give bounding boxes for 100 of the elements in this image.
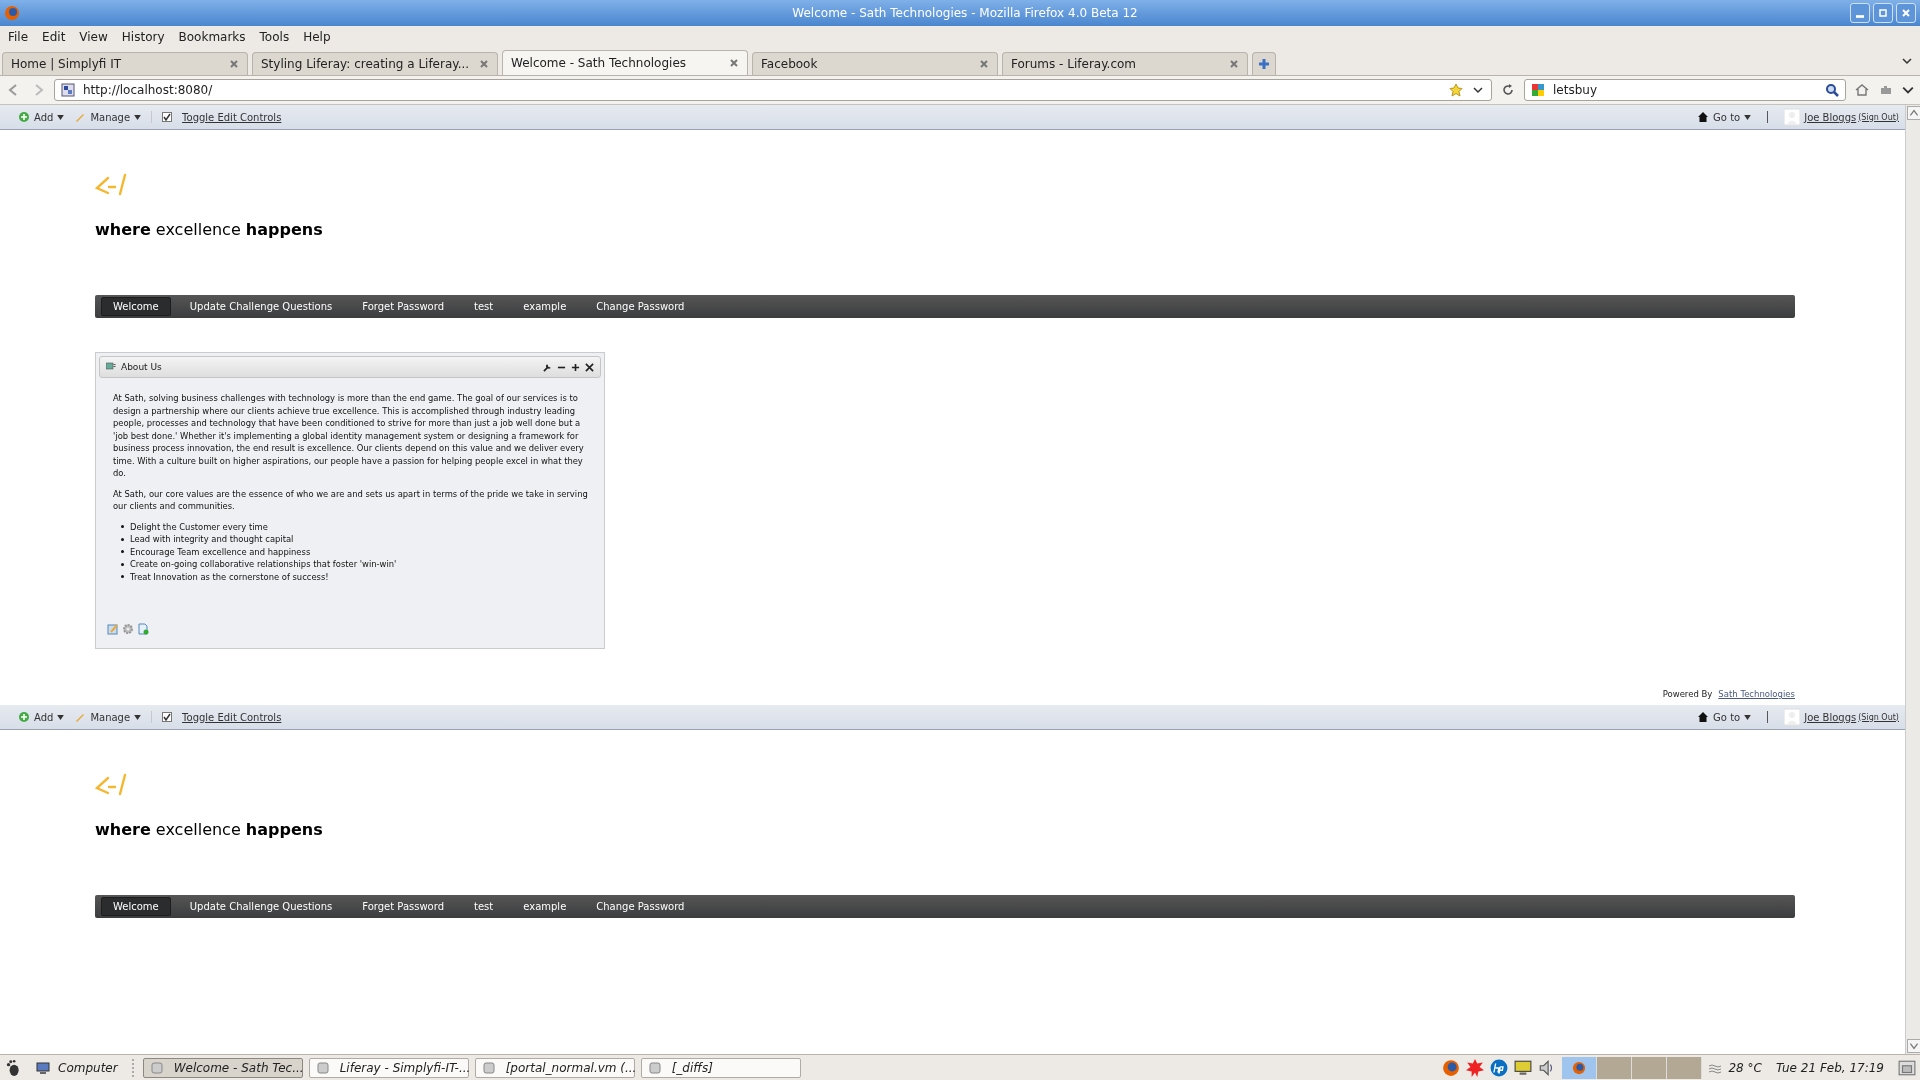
- browser-tab[interactable]: Facebook: [752, 52, 998, 75]
- maximize-button[interactable]: [1873, 3, 1893, 23]
- menu-item[interactable]: History: [121, 29, 165, 44]
- browser-tab[interactable]: Styling Liferay: creating a Liferay...: [252, 52, 498, 75]
- browser-tab[interactable]: Welcome - Sath Technologies: [502, 50, 748, 75]
- hp-logo-icon[interactable]: [1490, 1058, 1509, 1077]
- close-icon: [1901, 8, 1911, 18]
- bullet-icon: [121, 562, 124, 566]
- taskbar-window-button[interactable]: [portal_normal.vm (...: [474, 1057, 635, 1078]
- temperature: 28 °C: [1728, 1060, 1762, 1075]
- workspace-switcher[interactable]: [1562, 1056, 1703, 1079]
- search-engine-icon[interactable]: [1531, 83, 1545, 97]
- plus-circle-icon: [18, 111, 30, 123]
- tagline: where excellence happens: [95, 820, 323, 839]
- nav-link[interactable]: test: [463, 298, 505, 315]
- firefox-icon[interactable]: [1442, 1058, 1461, 1077]
- taskbar-window-button[interactable]: Liferay - Simplyfi-IT-...: [308, 1057, 469, 1078]
- window-title: Welcome - Sath Technologies - Mozilla Firefox 4.0 Beta 12: [792, 6, 1138, 20]
- go-to-menu[interactable]: Go to: [1697, 111, 1752, 123]
- reload-icon[interactable]: [1500, 82, 1516, 98]
- settings-icon[interactable]: [122, 623, 134, 635]
- caret-icon: [57, 114, 65, 120]
- scrollbar[interactable]: [1905, 105, 1920, 1054]
- menu-item[interactable]: Help: [303, 29, 331, 44]
- bullet-icon: [121, 550, 124, 554]
- nav-link[interactable]: example: [512, 298, 578, 315]
- browser-tab[interactable]: Home | Simplyfi IT: [2, 52, 248, 75]
- nav-link[interactable]: Welcome: [101, 297, 171, 316]
- nav-link[interactable]: example: [512, 898, 578, 915]
- monitor-icon[interactable]: [1514, 1058, 1533, 1077]
- chevron-down-icon[interactable]: [1902, 56, 1912, 66]
- new-tab-button[interactable]: [1252, 52, 1276, 75]
- alert-icon[interactable]: [1466, 1058, 1485, 1077]
- plus-circle-icon: [18, 711, 30, 723]
- avatar-icon: [1784, 108, 1801, 126]
- pencil-icon: [74, 711, 87, 723]
- close-icon[interactable]: [585, 362, 594, 372]
- star-icon[interactable]: [1449, 83, 1463, 97]
- search-icon[interactable]: [1825, 83, 1839, 97]
- list-item: Lead with integrity and thought capital: [130, 533, 294, 546]
- powered-by-label: Powered By: [1662, 689, 1713, 699]
- nav-link[interactable]: test: [463, 898, 505, 915]
- menu-item[interactable]: Edit: [42, 29, 66, 44]
- bullet-icon: [121, 575, 124, 579]
- desktop-icon[interactable]: [1898, 1058, 1916, 1077]
- nav-link[interactable]: Change Password: [585, 298, 696, 315]
- minimize-button[interactable]: [1850, 3, 1870, 23]
- add-menu[interactable]: Add: [18, 711, 65, 723]
- scroll-up-icon[interactable]: [1907, 106, 1920, 120]
- nav-link[interactable]: Update Challenge Questions: [178, 898, 344, 915]
- app-icon: [315, 1060, 330, 1075]
- add-page-icon[interactable]: [137, 623, 149, 635]
- maximize-icon: [1878, 8, 1888, 18]
- manage-menu[interactable]: Manage: [74, 711, 142, 723]
- wrench-icon[interactable]: [543, 362, 552, 372]
- firefox-icon: [1572, 1060, 1587, 1075]
- menu-item[interactable]: Tools: [259, 29, 290, 44]
- paragraph: At Sath, solving business challenges with technology is more than the end game. The goal of our services is to design a partnership where our clients achieve true excellence. This is accomplished through industry leading people, processes and technology that have been conditioned to strive for more than just a job well done but a 'job best done.' Whether it's implementing a global identity management system or designing a framework for business process innovation, the end result is excellence. Our clients depend on this value and we deliver every time. With a culture built on higher aspirations, our people have a passion for helping people excel in what they do.: [113, 392, 585, 480]
- sign-out-link[interactable]: (Sign Out): [1858, 712, 1899, 722]
- caret-icon: [134, 114, 142, 120]
- list-item: Encourage Team excellence and happiness: [130, 545, 311, 558]
- firefox-icon[interactable]: [4, 5, 20, 21]
- avatar-icon: [1784, 708, 1801, 726]
- add-menu[interactable]: Add: [18, 111, 65, 123]
- taskbar-window-button[interactable]: Welcome - Sath Tec...: [142, 1057, 303, 1078]
- toggle-edit-controls-link[interactable]: Toggle Edit Controls: [182, 111, 282, 123]
- computer-menu[interactable]: Computer: [28, 1060, 126, 1075]
- clock[interactable]: Tue 21 Feb, 17:19: [1775, 1060, 1884, 1075]
- nav-link[interactable]: Update Challenge Questions: [178, 298, 344, 315]
- computer-icon: [36, 1060, 50, 1075]
- app-icon: [647, 1060, 662, 1075]
- toggle-edit-controls-link[interactable]: Toggle Edit Controls: [182, 711, 282, 723]
- chevron-down-icon[interactable]: [1902, 84, 1914, 96]
- menu-item[interactable]: View: [79, 29, 108, 44]
- taskbar-window-button[interactable]: [_diffs]: [640, 1057, 801, 1078]
- menu-item[interactable]: Bookmarks: [178, 29, 246, 44]
- portlet-title: About Us: [121, 362, 162, 372]
- address-field[interactable]: http://localhost:8080/: [54, 79, 1492, 101]
- foot-icon[interactable]: [4, 1058, 22, 1077]
- user-name-link[interactable]: Joe Bloggs: [1804, 711, 1857, 723]
- footer-link[interactable]: Sath Technologies: [1718, 689, 1795, 699]
- edit-icon[interactable]: [107, 623, 119, 635]
- manage-menu[interactable]: Manage: [74, 111, 142, 123]
- search-field[interactable]: letsbuy: [1524, 79, 1846, 101]
- close-button[interactable]: [1896, 3, 1916, 23]
- user-name-link[interactable]: Joe Bloggs: [1804, 111, 1857, 123]
- sign-out-link[interactable]: (Sign Out): [1858, 112, 1899, 122]
- caret-icon: [57, 714, 65, 720]
- menu-item[interactable]: File: [8, 29, 29, 44]
- browser-tab[interactable]: Forums - Liferay.com: [1002, 52, 1248, 75]
- scroll-down-icon[interactable]: [1907, 1039, 1920, 1053]
- nav-link[interactable]: Forget Password: [351, 898, 456, 915]
- nav-link[interactable]: Welcome: [101, 897, 171, 916]
- nav-link[interactable]: Forget Password: [351, 298, 456, 315]
- nav-link[interactable]: Change Password: [585, 898, 696, 915]
- checkbox[interactable]: [162, 112, 173, 122]
- home-icon[interactable]: [1854, 82, 1870, 98]
- go-to-menu[interactable]: Go to: [1697, 711, 1752, 723]
- checkbox[interactable]: [162, 712, 173, 722]
- plus-icon[interactable]: [571, 362, 580, 372]
